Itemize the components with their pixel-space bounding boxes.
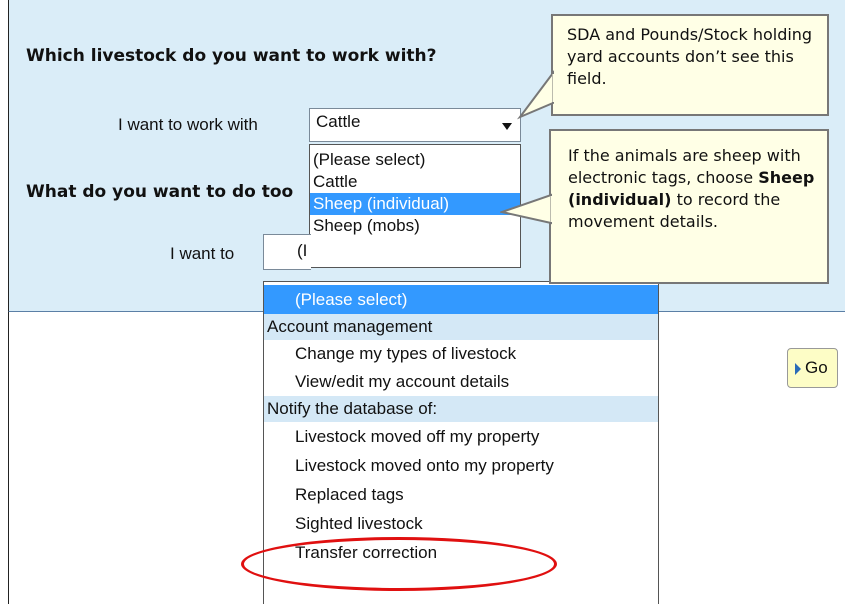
action-option-sighted-livestock[interactable]: Sighted livestock (264, 509, 658, 538)
livestock-select-value: Cattle (316, 112, 361, 131)
callout-pointer (516, 70, 556, 120)
livestock-option[interactable]: (Please select) (310, 149, 520, 171)
todo-label: I want to (170, 244, 235, 263)
action-group-header: Notify the database of: (264, 396, 658, 422)
callout-sheep-individual: If the animals are sheep with electronic… (549, 129, 829, 284)
livestock-label: I want to work with (118, 115, 258, 134)
action-option[interactable]: Livestock moved onto my property (264, 451, 658, 480)
action-option[interactable]: Replaced tags (264, 480, 658, 509)
livestock-heading: Which livestock do you want to work with… (26, 46, 437, 66)
callout-account-types: SDA and Pounds/Stock holding yard accoun… (551, 14, 829, 116)
callout-account-types-text: SDA and Pounds/Stock holding yard accoun… (567, 25, 813, 88)
livestock-select[interactable]: Cattle (309, 108, 521, 142)
livestock-option[interactable]: Cattle (310, 171, 520, 193)
livestock-option[interactable]: Sheep (mobs) (310, 215, 520, 237)
go-button[interactable]: Go (787, 348, 838, 388)
todo-select-value: (I (297, 241, 308, 260)
action-group-header: Account management (264, 314, 658, 340)
go-button-label: Go (805, 358, 828, 377)
action-option[interactable]: Livestock moved off my property (264, 422, 658, 451)
highlight-ellipse (241, 537, 557, 591)
play-arrow-icon (795, 363, 801, 375)
todo-select[interactable]: (I (263, 234, 311, 270)
callout-pointer (500, 193, 554, 225)
livestock-option-selected[interactable]: Sheep (individual) (310, 193, 520, 215)
livestock-options-list[interactable]: (Please select) Cattle Sheep (individual… (309, 144, 521, 268)
todo-heading: What do you want to do too (26, 182, 294, 202)
action-option-selected[interactable]: (Please select) (264, 285, 658, 314)
action-option[interactable]: Change my types of livestock (264, 340, 658, 368)
action-option[interactable]: View/edit my account details (264, 368, 658, 396)
left-border (8, 312, 9, 604)
